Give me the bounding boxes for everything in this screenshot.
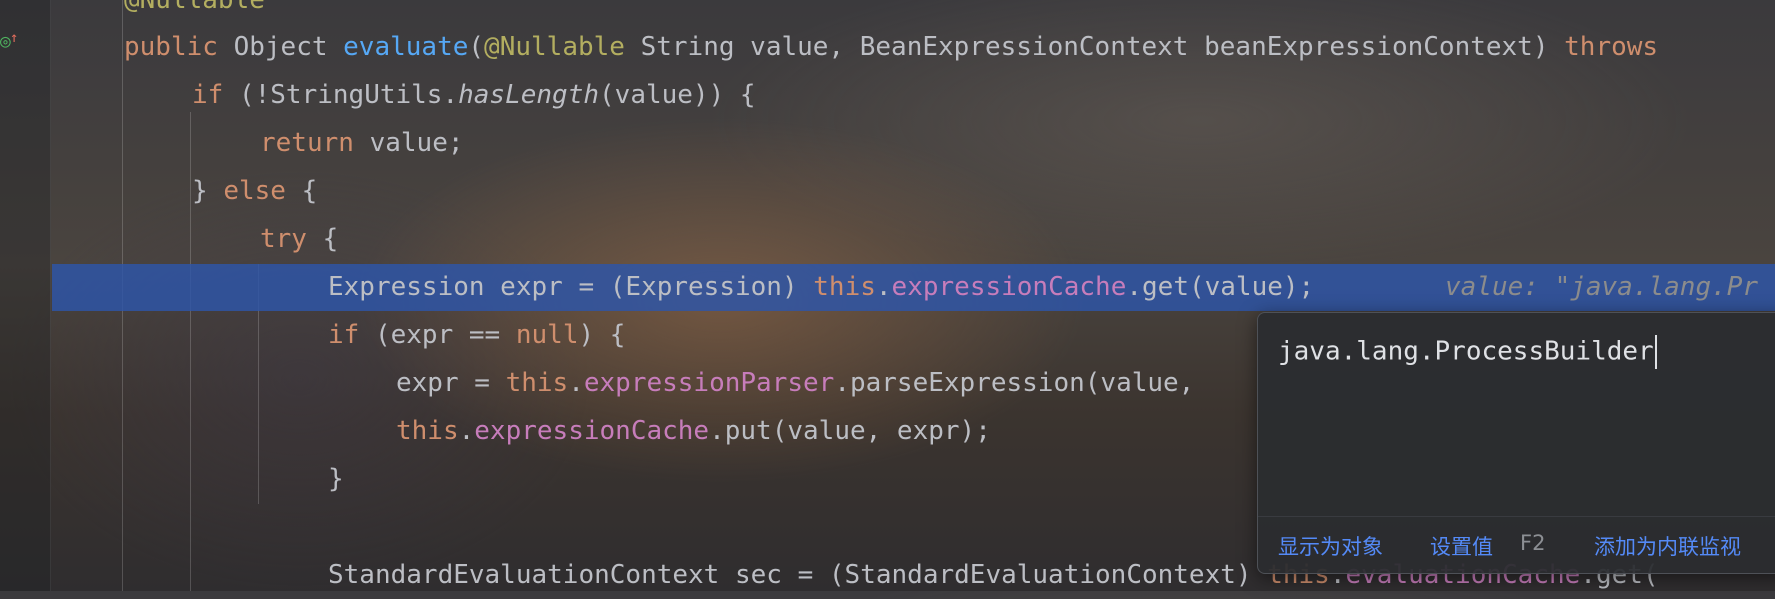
code-token: . [458,416,475,446]
code-token: (value)) { [599,80,756,110]
value-edit-field[interactable]: java.lang.ProcessBuilder [1278,335,1657,369]
code-token: . [568,368,584,398]
code-line[interactable]: return value; [260,119,464,167]
code-token: value; [369,128,464,158]
code-token: expressionParser [583,368,835,398]
code-line[interactable]: Expression expr = (Expression) this.expr… [328,263,1314,311]
code-line[interactable]: this.expressionCache.put(value, expr); [396,407,991,455]
code-token: else [223,176,302,206]
code-token: hasLength [458,80,600,110]
code-line[interactable]: try { [260,215,338,263]
popup-footer: 显示为对象 设置值 F2 添加为内联监视 [1258,516,1775,572]
code-line[interactable]: } [328,455,344,503]
code-token: try [260,224,323,254]
code-token: Expression expr = (Expression) [328,272,814,302]
code-token: if [328,320,375,350]
inline-debug-value[interactable]: value: "java.lang.Pr [1445,263,1758,311]
set-value-link[interactable]: 设置值 [1430,531,1493,561]
code-line[interactable]: } else { [192,167,317,215]
code-token: } [328,464,344,494]
code-token: .get(value); [1126,272,1315,302]
code-line[interactable]: @Nullable [124,0,265,24]
code-line[interactable]: if (expr == null) { [328,311,625,359]
code-token: @Nullable [124,0,265,15]
code-token: expressionCache [474,416,710,446]
code-token: expr = [396,368,506,398]
code-token: { [301,176,318,206]
code-token: ( [468,32,485,62]
code-line[interactable]: if (!StringUtils.hasLength(value)) { [192,71,756,119]
set-value-shortcut: F2 [1520,531,1546,555]
code-line[interactable]: public Object evaluate(@Nullable String … [124,23,1658,71]
code-token: public [124,32,234,62]
code-token: . [875,272,892,302]
code-token: @Nullable [484,32,641,62]
code-token: throws [1564,32,1659,62]
code-token: .parseExpression(value, [834,368,1195,398]
code-token: (expr == [374,320,516,350]
code-line[interactable]: expr = this.expressionParser.parseExpres… [396,359,1194,407]
code-token: return [260,128,370,158]
debug-value-popup: java.lang.ProcessBuilder 显示为对象 设置值 F2 添加… [1257,312,1775,574]
code-token: .put(value, expr); [709,416,991,446]
code-token: this [396,416,459,446]
text-caret [1654,335,1657,369]
code-token: if [192,80,239,110]
editor-gutter: ◎ ↑ [0,0,51,591]
indent-guide [190,112,191,591]
code-token: expressionCache [891,272,1127,302]
code-token: ) { [578,320,626,350]
code-token: StandardEvaluationContext sec = (Standar… [328,560,1268,590]
show-as-object-link[interactable]: 显示为对象 [1278,531,1383,561]
code-token: this [813,272,876,302]
code-token: String value, BeanExpressionContext bean… [640,32,1565,62]
code-token: evaluate [343,32,469,62]
code-token: } [192,176,224,206]
override-method-icon[interactable]: ◎ ↑ [0,30,20,54]
code-token: Object [233,32,344,62]
code-token: { [322,224,339,254]
code-token: null [515,320,579,350]
add-inline-watch-link[interactable]: 添加为内联监视 [1594,531,1741,561]
code-token: (!StringUtils. [238,80,459,110]
value-text[interactable]: java.lang.ProcessBuilder [1278,337,1654,367]
code-token: this [505,368,569,398]
